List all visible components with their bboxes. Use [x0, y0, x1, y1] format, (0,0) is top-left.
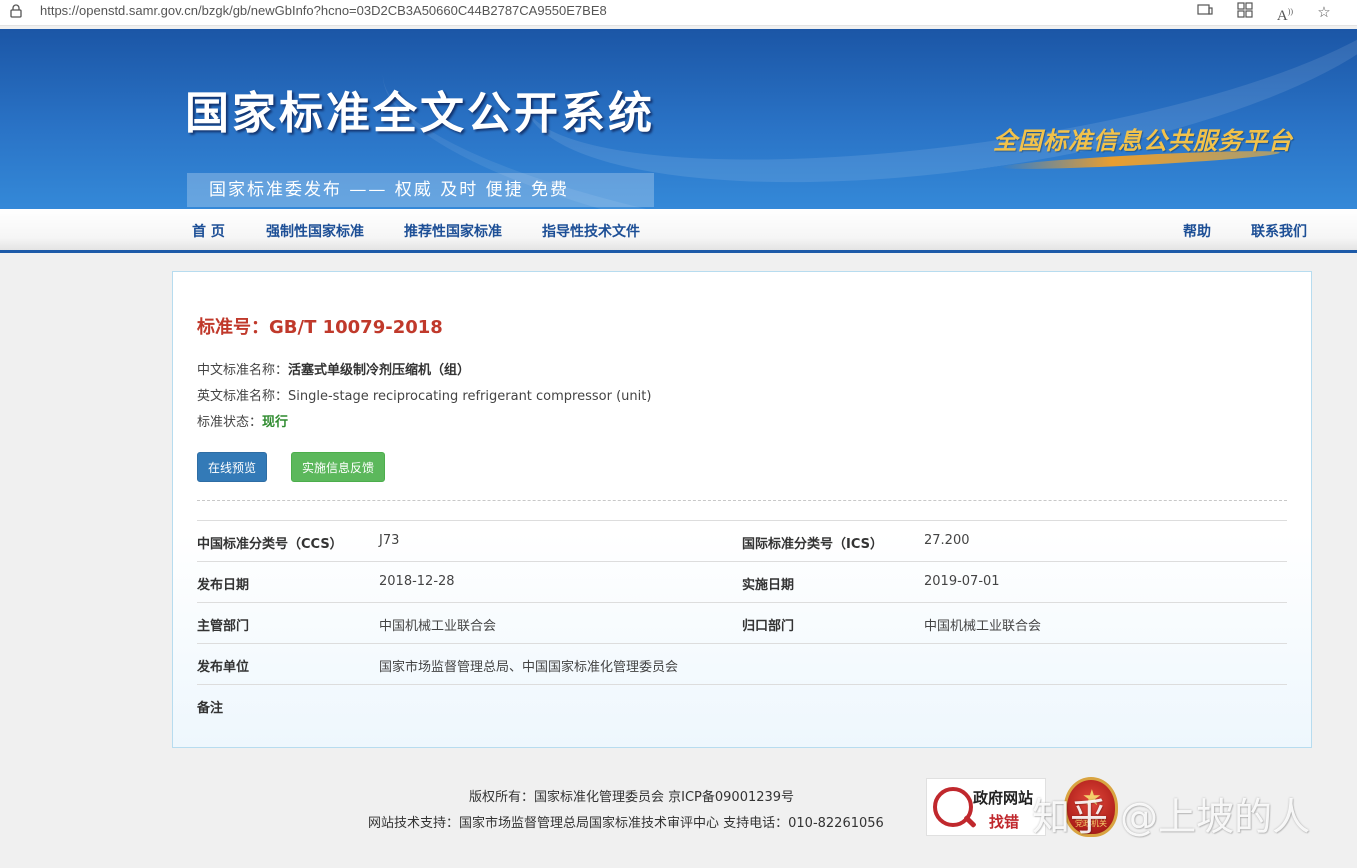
status-row: 标准状态：现行	[197, 411, 288, 430]
cn-name-label: 中文标准名称：	[197, 363, 289, 378]
implementation-feedback-button[interactable]: 实施信息反馈	[291, 452, 385, 482]
browser-address-bar: https://openstd.samr.gov.cn/bzgk/gb/newG…	[0, 0, 1357, 26]
implement-date-value: 2019-07-01	[924, 574, 1000, 589]
en-name-value: Single-stage reciprocating refrigerant c…	[288, 389, 652, 404]
table-row: 中国标准分类号（CCS） J73 国际标准分类号（ICS） 27.200	[197, 520, 1287, 561]
centralized-label: 归口部门	[742, 619, 795, 634]
ccs-value: J73	[379, 533, 400, 548]
en-name-label: 英文标准名称：	[197, 389, 289, 404]
standard-detail-panel: 标准号：GB/T 10079-2018 中文标准名称：活塞式单级制冷剂压缩机（组…	[172, 271, 1312, 748]
gov-badge-title: 政府网站	[973, 789, 1034, 807]
table-row: 主管部门 中国机械工业联合会 归口部门 中国机械工业联合会	[197, 602, 1287, 643]
status-badge: 现行	[262, 415, 289, 430]
nav-help[interactable]: 帮助	[1183, 221, 1211, 241]
nav-home[interactable]: 首 页	[192, 221, 225, 241]
gov-website-error-report-badge[interactable]: 政府网站 找错	[926, 778, 1046, 836]
publisher-label: 发布单位	[197, 660, 250, 675]
ics-label: 国际标准分类号（ICS）	[742, 537, 883, 552]
implement-date-label: 实施日期	[742, 578, 795, 593]
cn-name-value: 活塞式单级制冷剂压缩机（组）	[288, 363, 471, 378]
ics-value: 27.200	[924, 533, 970, 548]
table-row: 发布单位 国家市场监督管理总局、中国国家标准化管理委员会	[197, 643, 1287, 684]
nav-contact-us[interactable]: 联系我们	[1251, 221, 1307, 241]
apps-icon[interactable]	[1234, 2, 1256, 22]
url-text[interactable]: https://openstd.samr.gov.cn/bzgk/gb/newG…	[40, 3, 607, 18]
en-name-row: 英文标准名称：Single-stage reciprocating refrig…	[197, 385, 651, 404]
footer-support: 网站技术支持：国家市场监督管理总局国家标准技术审评中心 支持电话：010-822…	[368, 816, 884, 831]
zhihu-watermark: 知乎 @上坡的人	[1032, 795, 1311, 839]
centralized-value: 中国机械工业联合会	[924, 619, 1042, 634]
site-banner: 国家标准全文公开系统 国家标准委发布 —— 权威 及时 便捷 免费 全国标准信息…	[0, 29, 1357, 209]
publish-date-value: 2018-12-28	[379, 574, 455, 589]
magnifier-icon	[933, 787, 973, 827]
ccs-label: 中国标准分类号（CCS）	[197, 537, 343, 552]
footer-copyright: 版权所有：国家标准化管理委员会 京ICP备09001239号	[469, 790, 795, 805]
supervisor-label: 主管部门	[197, 619, 250, 634]
standard-number: 标准号：GB/T 10079-2018	[197, 317, 443, 338]
online-preview-button[interactable]: 在线预览	[197, 452, 267, 482]
read-aloud-icon[interactable]: A))	[1274, 2, 1296, 24]
remarks-label: 备注	[197, 701, 224, 716]
status-label: 标准状态：	[197, 415, 263, 430]
publish-date-label: 发布日期	[197, 578, 250, 593]
favorite-star-icon[interactable]: ☆	[1313, 2, 1335, 22]
nav-recommended-standards[interactable]: 推荐性国家标准	[404, 221, 502, 241]
cn-name-row: 中文标准名称：活塞式单级制冷剂压缩机（组）	[197, 359, 470, 378]
site-slogan: 国家标准委发布 —— 权威 及时 便捷 免费	[187, 173, 654, 207]
divider	[197, 500, 1287, 501]
site-title: 国家标准全文公开系统	[185, 88, 655, 139]
supervisor-value: 中国机械工业联合会	[379, 619, 497, 634]
table-row: 发布日期 2018-12-28 实施日期 2019-07-01	[197, 561, 1287, 602]
lock-icon	[10, 4, 22, 18]
publisher-value: 国家市场监督管理总局、中国国家标准化管理委员会	[379, 660, 679, 675]
main-nav: 首 页 强制性国家标准 推荐性国家标准 指导性技术文件 帮助 联系我们	[0, 209, 1357, 253]
gov-badge-subtitle: 找错	[989, 813, 1020, 831]
nav-mandatory-standards[interactable]: 强制性国家标准	[266, 221, 364, 241]
reader-mode-icon[interactable]	[1194, 2, 1216, 22]
detail-table: 中国标准分类号（CCS） J73 国际标准分类号（ICS） 27.200 发布日…	[197, 520, 1287, 725]
nav-guidance-documents[interactable]: 指导性技术文件	[542, 221, 640, 241]
table-row: 备注	[197, 684, 1287, 725]
